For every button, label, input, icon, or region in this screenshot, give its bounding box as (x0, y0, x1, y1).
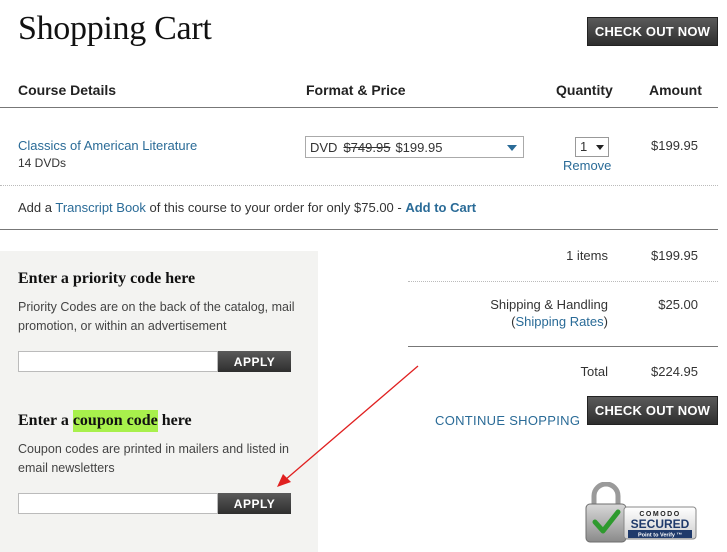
seal-status: SECURED (631, 517, 690, 531)
header-divider (0, 107, 718, 108)
seal-tagline: Point to Verify ™ (638, 533, 682, 539)
coupon-code-description: Coupon codes are printed in mailers and … (18, 442, 289, 475)
checkout-now-button-top[interactable]: CHECK OUT NOW (587, 17, 718, 46)
item-divider (0, 185, 718, 186)
items-subtotal: $199.95 (651, 248, 698, 263)
subtotal-divider (408, 281, 718, 282)
chevron-down-icon (507, 145, 517, 151)
items-count: 1 items (566, 248, 608, 263)
shipping-paren-close: ) (603, 314, 608, 329)
column-course-details: Course Details (18, 82, 117, 98)
remove-link[interactable]: Remove (563, 158, 611, 173)
continue-shopping-link[interactable]: CONTINUE SHOPPING (435, 413, 580, 428)
sale-price: $199.95 (395, 139, 443, 155)
column-amount: Amount (649, 82, 702, 98)
total-amount: $224.95 (651, 364, 698, 379)
priority-code-description: Priority Codes are on the back of the ca… (18, 300, 295, 333)
format-label: DVD (310, 139, 338, 155)
item-amount: $199.95 (651, 138, 698, 153)
coupon-code-heading: Enter a coupon code here (18, 410, 192, 432)
column-format-price: Format & Price (306, 82, 406, 98)
shipping-label: Shipping & Handling (490, 297, 608, 312)
course-title-link[interactable]: Classics of American Literature (18, 138, 197, 153)
transcript-book-link[interactable]: Transcript Book (55, 200, 146, 215)
coupon-apply-button[interactable]: APPLY (218, 493, 291, 514)
shipping-amount: $25.00 (658, 297, 698, 312)
priority-code-input[interactable] (18, 351, 218, 372)
page-title: Shopping Cart (18, 10, 212, 47)
quantity-select[interactable]: 1 (575, 137, 609, 157)
chevron-down-icon (596, 145, 604, 150)
transcript-prefix: Add a (18, 200, 56, 215)
coupon-heading-after: here (157, 412, 192, 429)
checkout-now-button-bottom[interactable]: CHECK OUT NOW (587, 396, 718, 425)
comodo-secured-seal[interactable]: COMODO SECURED Point to Verify ™ (584, 482, 698, 544)
transcript-divider (0, 229, 718, 230)
original-price: $749.95 (343, 139, 391, 155)
shipping-rates-link[interactable]: Shipping Rates (515, 314, 603, 329)
total-divider (408, 346, 718, 347)
priority-apply-button[interactable]: APPLY (218, 351, 291, 372)
transcript-middle: of this course to your order for only $7… (145, 200, 406, 215)
column-quantity: Quantity (556, 82, 613, 98)
coupon-heading-highlight: coupon code (72, 410, 158, 432)
total-label: Total (580, 364, 608, 379)
add-to-cart-link[interactable]: Add to Cart (405, 200, 476, 215)
quantity-value: 1 (580, 139, 588, 154)
course-subtitle: 14 DVDs (18, 156, 67, 170)
shipping-rates-line: (Shipping Rates) (458, 314, 608, 329)
coupon-heading-before: Enter a (18, 412, 73, 429)
format-price-select[interactable]: DVD $749.95 $199.95 (305, 136, 524, 158)
coupon-code-input[interactable] (18, 493, 218, 514)
priority-code-heading: Enter a priority code here (18, 270, 196, 287)
transcript-offer: Add a Transcript Book of this course to … (18, 200, 476, 215)
